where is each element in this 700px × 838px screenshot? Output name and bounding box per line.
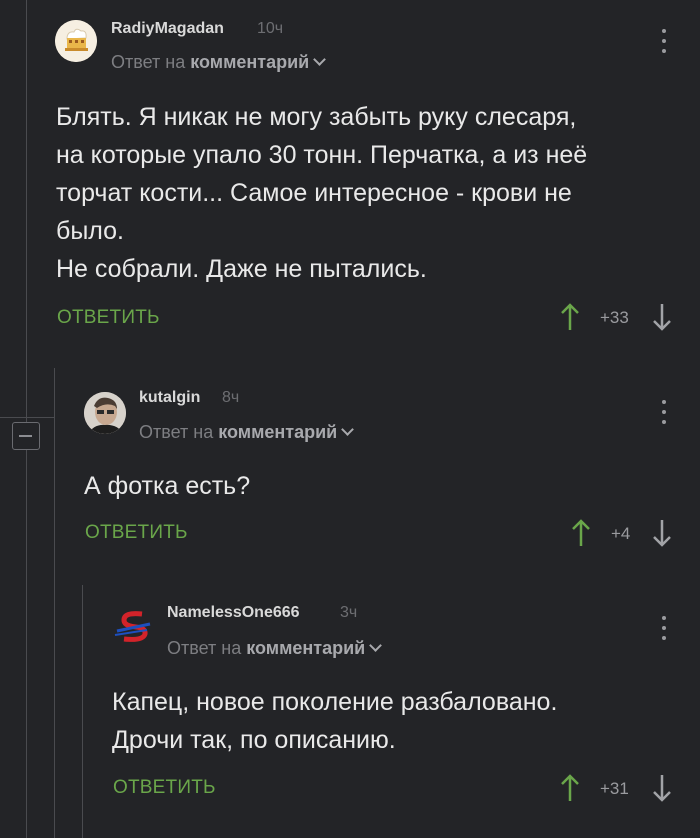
comment-time: 3ч: [340, 604, 358, 621]
comment-3: NamelessOne666 3ч Ответ на комментарий К…: [0, 0, 700, 838]
comment-text-line: Капец, новое поколение разбаловано.: [112, 688, 558, 716]
reply-button[interactable]: ОТВЕТИТЬ: [113, 777, 216, 799]
arrow-up-icon[interactable]: [560, 773, 580, 803]
reply-to-link[interactable]: Ответ на комментарий: [167, 638, 383, 659]
more-vertical-icon[interactable]: [660, 616, 668, 644]
vote-score: +31: [600, 779, 629, 798]
chevron-down-icon: [369, 639, 383, 652]
reply-to-target: комментарий: [246, 638, 366, 658]
comment-author[interactable]: NamelessOne666: [167, 604, 300, 622]
arrow-down-icon[interactable]: [652, 773, 672, 803]
comment-text-line: Дрочи так, по описанию.: [112, 726, 396, 754]
vote-controls: +31: [560, 773, 680, 803]
avatar-s-logo[interactable]: [112, 606, 154, 648]
s-logo-icon: [114, 611, 151, 642]
reply-to-prefix: Ответ на: [167, 638, 242, 658]
comment-body: Капец, новое поколение разбаловано. Дроч…: [112, 683, 682, 759]
